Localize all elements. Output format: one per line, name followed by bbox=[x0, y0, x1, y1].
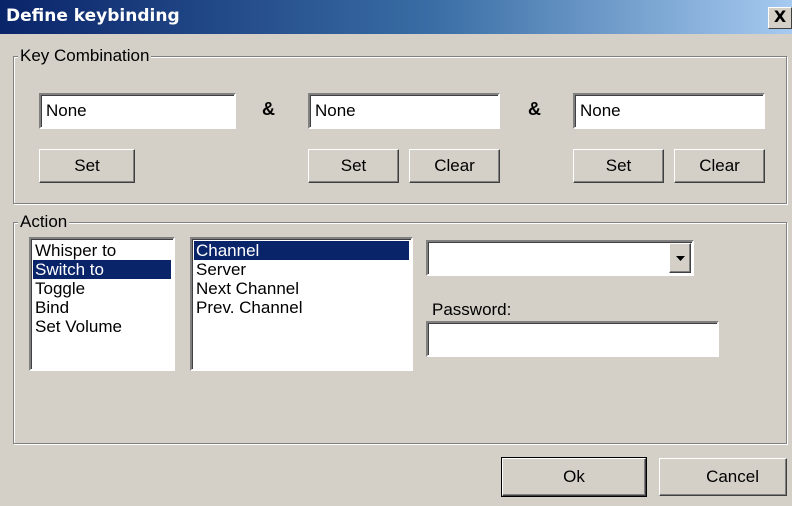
target-list-item[interactable]: Server bbox=[194, 260, 409, 279]
action-list-item[interactable]: Bind bbox=[33, 298, 171, 317]
close-button[interactable]: X bbox=[768, 7, 792, 29]
title-bar[interactable]: Define keybinding X bbox=[0, 0, 792, 34]
target-list-item[interactable]: Next Channel bbox=[194, 279, 409, 298]
password-field[interactable] bbox=[426, 321, 719, 357]
action-list-item-selected[interactable]: Switch to bbox=[33, 260, 171, 279]
target-list-item[interactable]: Prev. Channel bbox=[194, 298, 409, 317]
password-label: Password: bbox=[432, 300, 512, 319]
dropdown-arrow-button[interactable] bbox=[669, 243, 691, 273]
close-icon: X bbox=[773, 7, 787, 26]
target-list[interactable]: Channel Server Next Channel Prev. Channe… bbox=[190, 237, 413, 371]
key1-set-button[interactable]: Set bbox=[39, 149, 135, 183]
action-legend: Action bbox=[18, 212, 70, 232]
cancel-button[interactable]: Cancel bbox=[659, 458, 787, 496]
target-list-item-selected[interactable]: Channel bbox=[194, 241, 409, 260]
key2-set-button[interactable]: Set bbox=[308, 149, 399, 183]
chevron-down-icon bbox=[676, 256, 685, 261]
action-list-item[interactable]: Set Volume bbox=[33, 317, 171, 336]
key-separator: & bbox=[262, 99, 275, 119]
ok-button[interactable]: Ok bbox=[501, 457, 647, 497]
action-list[interactable]: Whisper to Switch to Toggle Bind Set Vol… bbox=[29, 237, 175, 371]
key2-clear-button[interactable]: Clear bbox=[409, 149, 500, 183]
window-title: Define keybinding bbox=[6, 6, 180, 26]
key3-clear-button[interactable]: Clear bbox=[674, 149, 765, 183]
key1-field[interactable]: None bbox=[39, 93, 236, 129]
key-combination-legend: Key Combination bbox=[18, 46, 152, 66]
action-list-item[interactable]: Toggle bbox=[33, 279, 171, 298]
key2-field[interactable]: None bbox=[308, 93, 500, 129]
key3-field[interactable]: None bbox=[573, 93, 765, 129]
key3-set-button[interactable]: Set bbox=[573, 149, 664, 183]
key-separator: & bbox=[528, 99, 541, 119]
channel-dropdown[interactable] bbox=[426, 240, 694, 276]
action-list-item[interactable]: Whisper to bbox=[33, 241, 171, 260]
